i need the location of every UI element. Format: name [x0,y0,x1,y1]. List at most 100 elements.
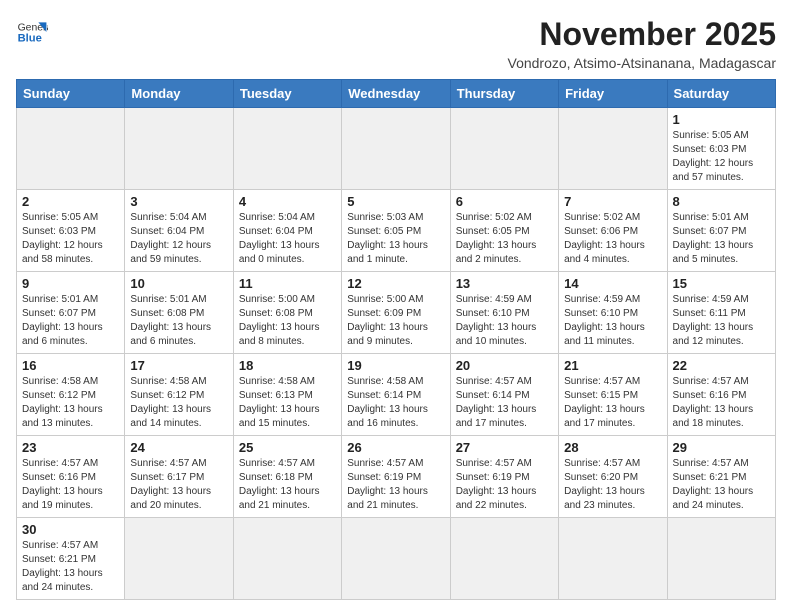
day-info: Sunrise: 4:57 AM Sunset: 6:19 PM Dayligh… [456,457,553,513]
calendar-cell: 14 Sunrise: 4:59 AM Sunset: 6:10 PM Dayli… [559,272,667,354]
calendar-cell: 5 Sunrise: 5:03 AM Sunset: 6:05 PM Daylig… [342,190,450,272]
calendar-week-row: 16 Sunrise: 4:58 AM Sunset: 6:12 PM Dayli… [17,354,776,436]
day-number: 6 [456,194,553,209]
day-info: Sunrise: 4:59 AM Sunset: 6:10 PM Dayligh… [564,293,661,349]
calendar-cell: 28 Sunrise: 4:57 AM Sunset: 6:20 PM Dayli… [559,436,667,518]
calendar-cell [342,518,450,600]
day-number: 9 [22,276,119,291]
logo-icon: General Blue [16,16,48,48]
calendar-cell: 2 Sunrise: 5:05 AM Sunset: 6:03 PM Daylig… [17,190,125,272]
day-info: Sunrise: 5:05 AM Sunset: 6:03 PM Dayligh… [22,211,119,267]
day-info: Sunrise: 5:01 AM Sunset: 6:07 PM Dayligh… [673,211,770,267]
day-number: 19 [347,358,444,373]
day-number: 1 [673,112,770,127]
day-info: Sunrise: 4:57 AM Sunset: 6:16 PM Dayligh… [673,375,770,431]
calendar-cell: 25 Sunrise: 4:57 AM Sunset: 6:18 PM Dayli… [233,436,341,518]
calendar-cell: 11 Sunrise: 5:00 AM Sunset: 6:08 PM Dayli… [233,272,341,354]
calendar-cell [342,108,450,190]
calendar-cell [17,108,125,190]
calendar-cell [233,108,341,190]
day-number: 23 [22,440,119,455]
day-info: Sunrise: 4:57 AM Sunset: 6:17 PM Dayligh… [130,457,227,513]
calendar-cell [559,108,667,190]
calendar-cell: 21Sunrise: 4:57 AM Sunset: 6:15 PM Dayli… [559,354,667,436]
day-info: Sunrise: 4:57 AM Sunset: 6:19 PM Dayligh… [347,457,444,513]
day-info: Sunrise: 4:58 AM Sunset: 6:14 PM Dayligh… [347,375,444,431]
day-info: Sunrise: 5:02 AM Sunset: 6:05 PM Dayligh… [456,211,553,267]
day-number: 16 [22,358,119,373]
calendar-cell [559,518,667,600]
day-header-tuesday: Tuesday [233,80,341,108]
day-number: 15 [673,276,770,291]
day-number: 27 [456,440,553,455]
day-header-wednesday: Wednesday [342,80,450,108]
day-number: 30 [22,522,119,537]
calendar-cell: 29 Sunrise: 4:57 AM Sunset: 6:21 PM Dayli… [667,436,775,518]
day-info: Sunrise: 5:01 AM Sunset: 6:08 PM Dayligh… [130,293,227,349]
header: General Blue November 2025 Vondrozo, Ats… [16,16,776,71]
calendar-week-row: 9Sunrise: 5:01 AM Sunset: 6:07 PM Daylig… [17,272,776,354]
calendar-cell [667,518,775,600]
day-number: 26 [347,440,444,455]
calendar-cell: 1 Sunrise: 5:05 AM Sunset: 6:03 PM Daylig… [667,108,775,190]
calendar-cell [233,518,341,600]
day-info: Sunrise: 4:59 AM Sunset: 6:10 PM Dayligh… [456,293,553,349]
day-header-thursday: Thursday [450,80,558,108]
day-number: 11 [239,276,336,291]
day-number: 2 [22,194,119,209]
day-info: Sunrise: 4:57 AM Sunset: 6:14 PM Dayligh… [456,375,553,431]
calendar-cell: 17Sunrise: 4:58 AM Sunset: 6:12 PM Dayli… [125,354,233,436]
day-info: Sunrise: 5:00 AM Sunset: 6:09 PM Dayligh… [347,293,444,349]
calendar-cell: 30Sunrise: 4:57 AM Sunset: 6:21 PM Dayli… [17,518,125,600]
day-header-sunday: Sunday [17,80,125,108]
calendar-cell: 15 Sunrise: 4:59 AM Sunset: 6:11 PM Dayli… [667,272,775,354]
calendar-cell [125,108,233,190]
day-info: Sunrise: 5:02 AM Sunset: 6:06 PM Dayligh… [564,211,661,267]
day-header-monday: Monday [125,80,233,108]
day-info: Sunrise: 4:59 AM Sunset: 6:11 PM Dayligh… [673,293,770,349]
calendar-cell: 13 Sunrise: 4:59 AM Sunset: 6:10 PM Dayli… [450,272,558,354]
svg-text:Blue: Blue [18,33,42,45]
calendar-cell: 3Sunrise: 5:04 AM Sunset: 6:04 PM Daylig… [125,190,233,272]
calendar-week-row: 23Sunrise: 4:57 AM Sunset: 6:16 PM Dayli… [17,436,776,518]
day-number: 4 [239,194,336,209]
day-header-saturday: Saturday [667,80,775,108]
day-info: Sunrise: 4:57 AM Sunset: 6:20 PM Dayligh… [564,457,661,513]
calendar-cell: 27 Sunrise: 4:57 AM Sunset: 6:19 PM Dayli… [450,436,558,518]
calendar-cell: 16 Sunrise: 4:58 AM Sunset: 6:12 PM Dayli… [17,354,125,436]
day-number: 20 [456,358,553,373]
calendar-cell [125,518,233,600]
day-number: 10 [130,276,227,291]
day-number: 28 [564,440,661,455]
calendar-cell: 12 Sunrise: 5:00 AM Sunset: 6:09 PM Dayli… [342,272,450,354]
day-number: 13 [456,276,553,291]
day-number: 5 [347,194,444,209]
calendar-cell: 18Sunrise: 4:58 AM Sunset: 6:13 PM Dayli… [233,354,341,436]
calendar-cell: 9Sunrise: 5:01 AM Sunset: 6:07 PM Daylig… [17,272,125,354]
calendar-table: SundayMondayTuesdayWednesdayThursdayFrid… [16,79,776,600]
calendar-cell [450,108,558,190]
day-info: Sunrise: 5:00 AM Sunset: 6:08 PM Dayligh… [239,293,336,349]
day-number: 8 [673,194,770,209]
day-number: 7 [564,194,661,209]
calendar-cell: 26 Sunrise: 4:57 AM Sunset: 6:19 PM Dayli… [342,436,450,518]
day-info: Sunrise: 5:03 AM Sunset: 6:05 PM Dayligh… [347,211,444,267]
day-info: Sunrise: 4:57 AM Sunset: 6:18 PM Dayligh… [239,457,336,513]
day-info: Sunrise: 5:05 AM Sunset: 6:03 PM Dayligh… [673,129,770,185]
calendar-week-row: 2 Sunrise: 5:05 AM Sunset: 6:03 PM Daylig… [17,190,776,272]
calendar-cell: 7 Sunrise: 5:02 AM Sunset: 6:06 PM Daylig… [559,190,667,272]
day-number: 12 [347,276,444,291]
day-info: Sunrise: 4:57 AM Sunset: 6:21 PM Dayligh… [673,457,770,513]
day-number: 25 [239,440,336,455]
calendar-cell: 4Sunrise: 5:04 AM Sunset: 6:04 PM Daylig… [233,190,341,272]
day-number: 29 [673,440,770,455]
day-number: 17 [130,358,227,373]
calendar-cell: 8 Sunrise: 5:01 AM Sunset: 6:07 PM Daylig… [667,190,775,272]
day-number: 14 [564,276,661,291]
day-info: Sunrise: 4:58 AM Sunset: 6:12 PM Dayligh… [22,375,119,431]
calendar-cell: 19 Sunrise: 4:58 AM Sunset: 6:14 PM Dayli… [342,354,450,436]
calendar-week-row: 30Sunrise: 4:57 AM Sunset: 6:21 PM Dayli… [17,518,776,600]
day-number: 22 [673,358,770,373]
location: Vondrozo, Atsimo-Atsinanana, Madagascar [508,55,777,71]
calendar-cell: 23Sunrise: 4:57 AM Sunset: 6:16 PM Dayli… [17,436,125,518]
